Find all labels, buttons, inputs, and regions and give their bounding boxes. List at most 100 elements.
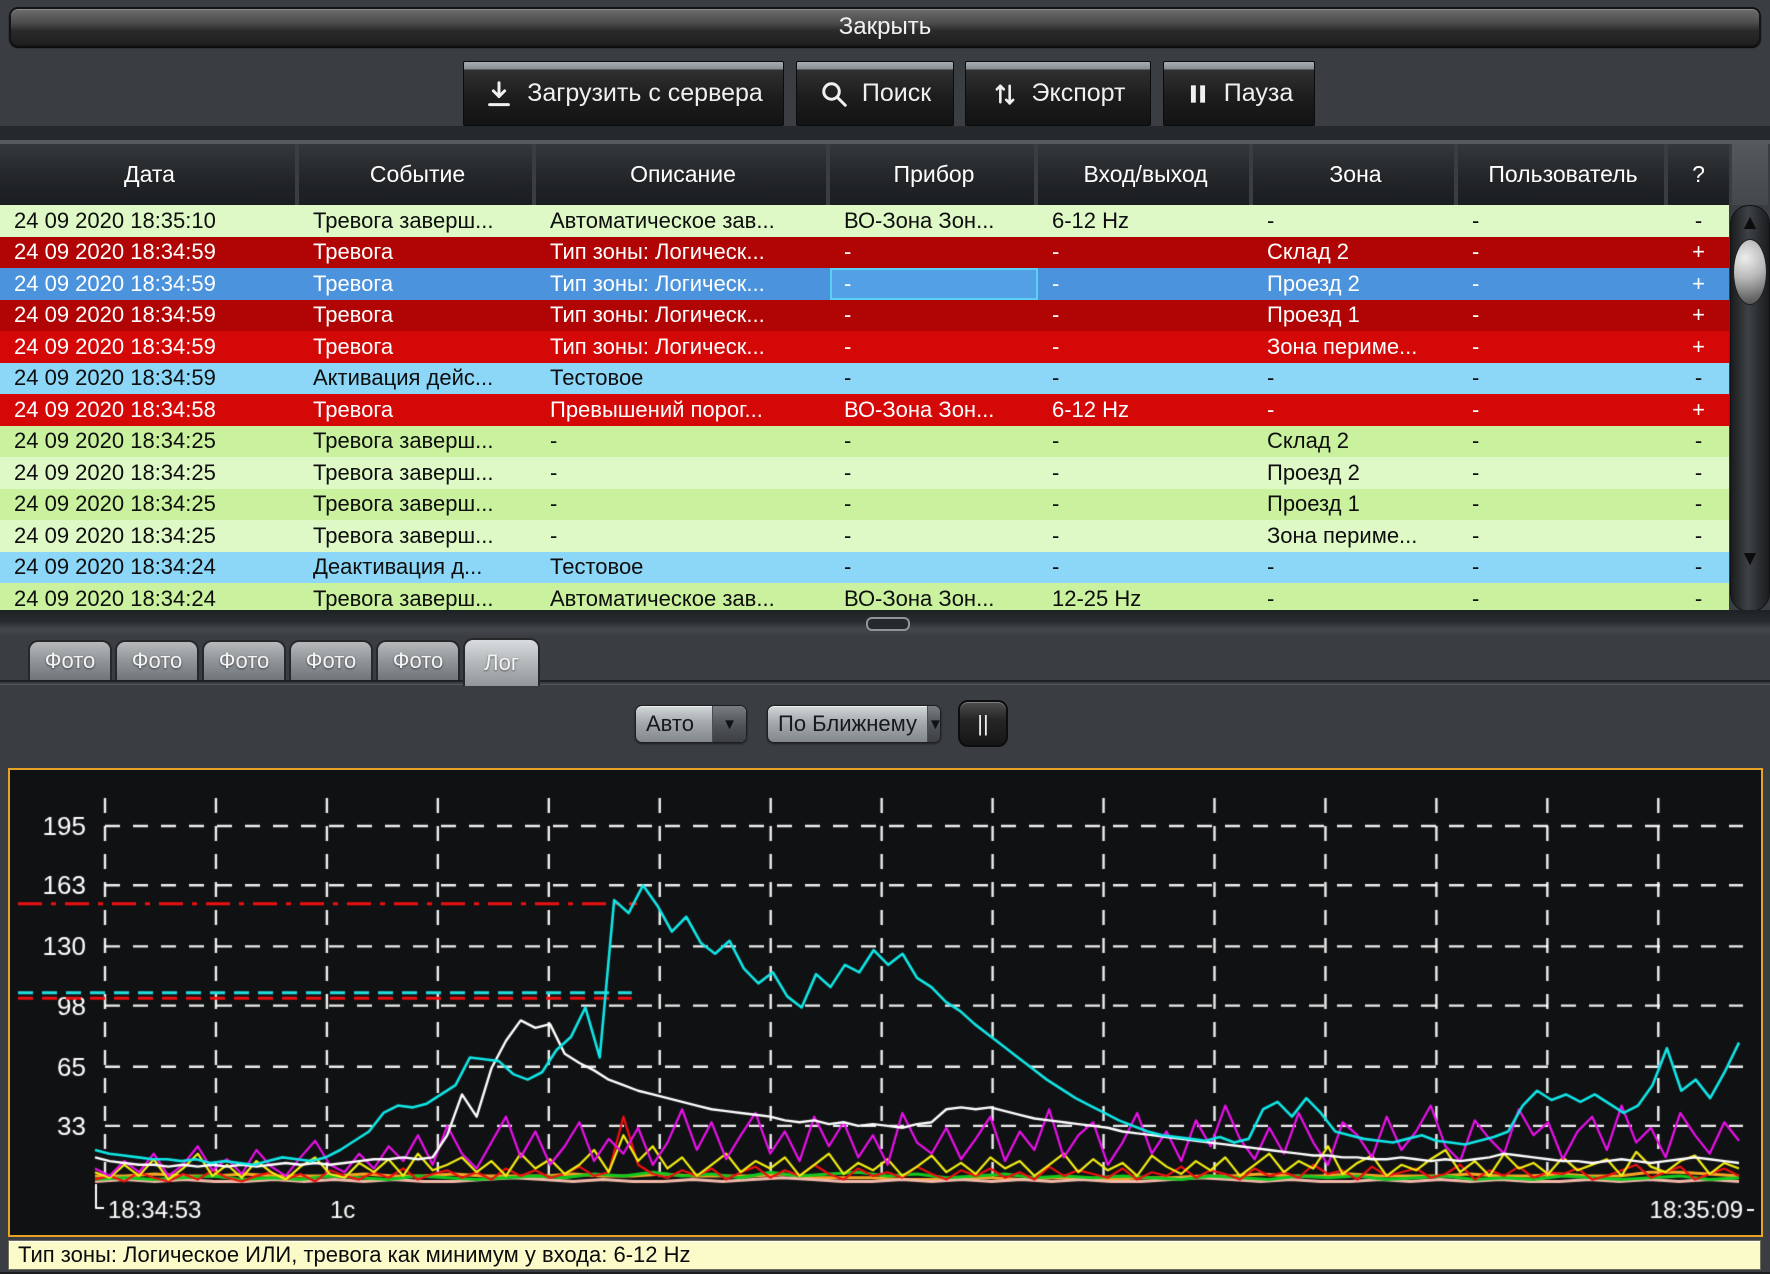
cell-6: -: [1458, 426, 1668, 458]
cell-6: -: [1458, 552, 1668, 584]
pause-button[interactable]: Пауза: [1163, 61, 1315, 126]
scroll-up-icon[interactable]: ▲: [1731, 212, 1769, 233]
tab-photo-4[interactable]: Фото: [289, 640, 373, 680]
table-row[interactable]: 24 09 2020 18:34:59ТревогаТип зоны: Логи…: [0, 268, 1729, 300]
cell-7: -: [1668, 489, 1729, 521]
cell-7: +: [1668, 237, 1729, 269]
cell-1: Тревога: [299, 237, 536, 269]
cell-0: 24 09 2020 18:34:24: [0, 583, 299, 610]
cell-3: ВО-Зона Зон...: [830, 394, 1038, 426]
cell-3: -: [830, 489, 1038, 521]
cell-3: -: [830, 237, 1038, 269]
cell-5: Зона периме...: [1253, 520, 1458, 552]
toolbar-button-label: Поиск: [862, 79, 931, 108]
cell-6: -: [1458, 457, 1668, 489]
cell-7: -: [1668, 205, 1729, 237]
search-button[interactable]: Поиск: [796, 61, 954, 126]
cell-5: Склад 2: [1253, 426, 1458, 458]
cell-5: Проезд 1: [1253, 300, 1458, 332]
chart-controls: Авто ▼ По Ближнему ▼ ||: [0, 684, 1770, 769]
column-header[interactable]: Дата: [0, 144, 299, 205]
scrollbar-thumb[interactable]: [1733, 239, 1767, 305]
table-row[interactable]: 24 09 2020 18:34:59Активация дейс...Тест…: [0, 363, 1729, 395]
export-button[interactable]: Экспорт: [965, 61, 1151, 126]
cell-0: 24 09 2020 18:35:10: [0, 205, 299, 237]
tab-photo-2[interactable]: Фото: [115, 640, 199, 680]
cell-5: -: [1253, 363, 1458, 395]
table-row[interactable]: 24 09 2020 18:34:58ТревогаПревышений пор…: [0, 394, 1729, 426]
scroll-down-icon[interactable]: ▼: [1731, 548, 1769, 569]
tab-log[interactable]: Лог: [463, 638, 540, 686]
table-row[interactable]: 24 09 2020 18:34:24Деактивация д...Тесто…: [0, 552, 1729, 584]
column-header[interactable]: ?: [1668, 144, 1729, 205]
cell-0: 24 09 2020 18:34:24: [0, 552, 299, 584]
signal-chart[interactable]: [10, 770, 1757, 1231]
toolbar-button-label: Пауза: [1224, 79, 1293, 108]
column-header[interactable]: Описание: [536, 144, 830, 205]
tab-photo-1[interactable]: Фото: [28, 640, 112, 680]
tab-photo-5[interactable]: Фото: [376, 640, 460, 680]
chevron-down-icon[interactable]: ▼: [712, 706, 746, 742]
cell-7: +: [1668, 394, 1729, 426]
cell-1: Тревога заверш...: [299, 457, 536, 489]
column-header[interactable]: Событие: [299, 144, 536, 205]
chart-pause-button[interactable]: ||: [958, 700, 1008, 747]
cell-7: +: [1668, 268, 1729, 300]
cell-2: Тип зоны: Логическ...: [536, 300, 830, 332]
splitter[interactable]: [0, 610, 1770, 637]
table-row[interactable]: 24 09 2020 18:34:24Тревога заверш...Авто…: [0, 583, 1729, 610]
table-row[interactable]: 24 09 2020 18:35:10Тревога заверш...Авто…: [0, 205, 1729, 237]
cell-0: 24 09 2020 18:34:25: [0, 457, 299, 489]
table-row[interactable]: 24 09 2020 18:34:25Тревога заверш...---П…: [0, 489, 1729, 521]
table-row[interactable]: 24 09 2020 18:34:59ТревогаТип зоны: Логи…: [0, 300, 1729, 332]
cell-3: -: [830, 363, 1038, 395]
tab-photo-3[interactable]: Фото: [202, 640, 286, 680]
scrollbar-cap: [1732, 144, 1768, 205]
cell-4: -: [1038, 457, 1253, 489]
cell-2: Превышений порог...: [536, 394, 830, 426]
cell-4: 12-25 Hz: [1038, 583, 1253, 610]
load-from-server-button[interactable]: Загрузить с сервера: [463, 61, 784, 126]
column-header[interactable]: Пользователь: [1458, 144, 1668, 205]
cell-5: -: [1253, 552, 1458, 584]
cell-1: Тревога заверш...: [299, 520, 536, 552]
cell-2: Автоматическое зав...: [536, 583, 830, 610]
cell-4: -: [1038, 489, 1253, 521]
cell-2: Тестовое: [536, 552, 830, 584]
chevron-down-icon[interactable]: ▼: [927, 706, 941, 742]
cell-2: Тип зоны: Логическ...: [536, 237, 830, 269]
cell-4: -: [1038, 363, 1253, 395]
cell-2: -: [536, 489, 830, 521]
column-header[interactable]: Прибор: [830, 144, 1038, 205]
column-header[interactable]: Зона: [1253, 144, 1458, 205]
cell-7: -: [1668, 457, 1729, 489]
cell-3: -: [830, 457, 1038, 489]
table-body: 24 09 2020 18:35:10 Тревога заверш... Авто…: [0, 205, 1729, 610]
cell-0: 24 09 2020 18:34:59: [0, 300, 299, 332]
splitter-handle[interactable]: [866, 617, 910, 631]
cell-0: 24 09 2020 18:34:59: [0, 237, 299, 269]
cell-6: -: [1458, 520, 1668, 552]
table-row[interactable]: 24 09 2020 18:34:25Тревога заверш...---С…: [0, 426, 1729, 458]
table-row[interactable]: 24 09 2020 18:34:59ТревогаТип зоны: Логи…: [0, 331, 1729, 363]
table-scrollbar[interactable]: ▲ ▼: [1730, 205, 1770, 612]
table-row[interactable]: 24 09 2020 18:34:25Тревога заверш...---П…: [0, 457, 1729, 489]
mode-dropdown[interactable]: По Ближнему ▼: [767, 705, 941, 743]
table-row[interactable]: 24 09 2020 18:34:59ТревогаТип зоны: Логи…: [0, 237, 1729, 269]
cell-6: -: [1458, 363, 1668, 395]
cell-1: Тревога заверш...: [299, 489, 536, 521]
cell-7: -: [1668, 363, 1729, 395]
cell-1: Тревога заверш...: [299, 426, 536, 458]
cell-7: +: [1668, 331, 1729, 363]
cell-4: -: [1038, 268, 1253, 300]
toolbar-button-label: Экспорт: [1032, 79, 1126, 108]
scale-dropdown[interactable]: Авто ▼: [635, 705, 747, 743]
status-text: Тип зоны: Логическое ИЛИ, тревога как ми…: [18, 1242, 691, 1268]
table-row[interactable]: 24 09 2020 18:34:25Тревога заверш...---З…: [0, 520, 1729, 552]
cell-3: -: [830, 552, 1038, 584]
cell-3: -: [830, 300, 1038, 332]
cell-3: -: [830, 331, 1038, 363]
cell-6: -: [1458, 205, 1668, 237]
close-button[interactable]: Закрыть: [9, 7, 1761, 47]
column-header[interactable]: Вход/выход: [1038, 144, 1253, 205]
